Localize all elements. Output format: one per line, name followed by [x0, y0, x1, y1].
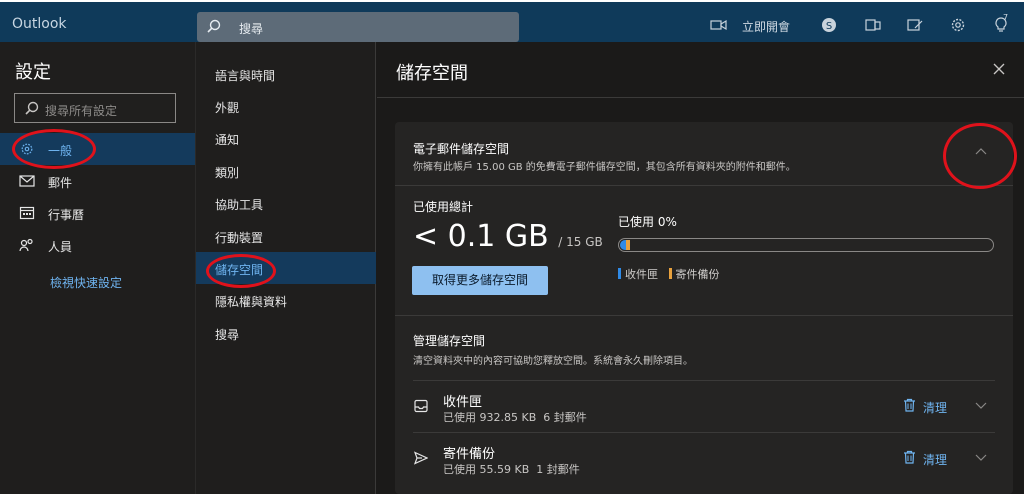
submenu-item-appearance[interactable]: 外觀: [196, 90, 376, 122]
total-used-amount: < 0.1 GB: [413, 219, 549, 254]
note-icon[interactable]: [906, 17, 924, 33]
annotation-circle: [206, 254, 276, 288]
notification-badge: 7: [1003, 13, 1009, 22]
email-storage-description: 你擁有此帳戶 15.00 GB 的免費電子郵件儲存空間，其包含所有資料夾的附件和…: [413, 162, 796, 173]
submenu-item-label: 語言與時間: [215, 69, 276, 83]
folder-used: 已使用 55.59 KB: [443, 463, 530, 476]
clean-button[interactable]: 清理: [923, 399, 947, 416]
mail-icon: [19, 175, 35, 187]
settings-search-input[interactable]: 搜尋所有設定: [14, 93, 176, 123]
close-icon[interactable]: [991, 61, 1007, 77]
folder-usage: 已使用 932.85 KB 6 封郵件: [443, 409, 587, 425]
folder-name: 寄件備份: [443, 447, 496, 462]
submenu-item-label: 類別: [215, 166, 240, 180]
manage-storage-heading: 管理儲存空間: [413, 334, 486, 348]
nav-item-label: 人員: [48, 240, 73, 254]
chevron-down-icon[interactable]: [975, 400, 987, 410]
usage-legend: 收件匣 寄件備份: [618, 266, 720, 282]
folder-count: 1 封郵件: [536, 463, 580, 476]
submenu-item-accessibility[interactable]: 協助工具: [196, 187, 376, 219]
annotation-circle: [12, 129, 96, 169]
settings-gear-icon[interactable]: [949, 17, 967, 33]
inbox-icon: [414, 399, 428, 413]
nav-item-label: 行事曆: [48, 208, 85, 222]
storage-usage-bar: [618, 238, 994, 252]
submenu-item-categories[interactable]: 類別: [196, 155, 376, 187]
teams-icon[interactable]: [864, 17, 882, 33]
submenu-item-privacy-data[interactable]: 隱私權與資料: [196, 284, 376, 316]
legend-swatch-sent: [668, 268, 672, 279]
submenu-item-search[interactable]: 搜尋: [196, 317, 376, 349]
settings-title: 設定: [15, 62, 51, 83]
submenu-item-mobile-devices[interactable]: 行動裝置: [196, 220, 376, 252]
submenu-item-notifications[interactable]: 通知: [196, 122, 376, 154]
nav-item-people[interactable]: 人員: [0, 229, 195, 261]
people-icon: [19, 238, 33, 252]
search-icon: [207, 19, 221, 33]
usage-bar-sent: [626, 240, 630, 250]
meet-now-button[interactable]: 立即開會: [742, 18, 790, 35]
divider: [395, 185, 1013, 186]
folder-used: 已使用 932.85 KB: [443, 411, 537, 424]
submenu-item-label: 行動裝置: [215, 231, 264, 245]
trash-icon[interactable]: [903, 450, 916, 464]
svg-text:S: S: [826, 21, 832, 32]
folder-name: 收件匣: [443, 395, 483, 410]
folder-count: 6 封郵件: [543, 411, 587, 424]
get-more-storage-button[interactable]: 取得更多儲存空間: [412, 266, 548, 295]
send-icon: [414, 451, 428, 465]
folder-usage: 已使用 55.59 KB 1 封郵件: [443, 461, 580, 477]
divider: [395, 315, 1013, 316]
submenu-item-label: 外觀: [215, 101, 240, 115]
header-divider: [377, 97, 1024, 98]
email-storage-card: 電子郵件儲存空間 你擁有此帳戶 15.00 GB 的免費電子郵件儲存空間，其包含…: [395, 122, 1013, 494]
video-icon[interactable]: [710, 17, 728, 33]
folder-row-inbox: 收件匣 已使用 932.85 KB 6 封郵件 清理: [413, 380, 995, 428]
settings-search-placeholder: 搜尋所有設定: [45, 104, 118, 118]
calendar-icon: [19, 206, 35, 220]
submenu-item-label: 隱私權與資料: [215, 295, 288, 309]
global-search-box[interactable]: 搜尋: [197, 12, 519, 42]
top-bar: Outlook 搜尋 立即開會 S 7: [0, 2, 1024, 42]
percent-used-label: 已使用 0%: [618, 215, 677, 229]
nav-item-mail[interactable]: 郵件: [0, 165, 195, 197]
nav-item-calendar[interactable]: 行事曆: [0, 197, 195, 229]
trash-icon[interactable]: [903, 398, 916, 412]
email-storage-heading: 電子郵件儲存空間: [413, 142, 510, 156]
settings-sidebar: 設定 搜尋所有設定 一般 郵件 行事曆 人員 檢視快速設定: [0, 42, 195, 494]
chevron-down-icon[interactable]: [975, 452, 987, 462]
view-quick-settings-link[interactable]: 檢視快速設定: [50, 274, 122, 291]
submenu-item-label: 搜尋: [215, 328, 240, 342]
submenu-item-label: 通知: [215, 133, 240, 147]
page-title: 儲存空間: [396, 63, 468, 84]
annotation-circle: [943, 123, 1017, 189]
legend-swatch-inbox: [618, 268, 621, 279]
clean-button[interactable]: 清理: [923, 451, 947, 468]
manage-storage-description: 清空資料夾中的內容可協助您釋放空間。系統會永久刪除項目。: [413, 356, 693, 367]
nav-item-label: 郵件: [48, 176, 73, 190]
app-name: Outlook: [12, 16, 67, 32]
submenu-item-language-time[interactable]: 語言與時間: [196, 58, 376, 90]
total-used-label: 已使用總計: [413, 200, 474, 214]
total-quota: / 15 GB: [558, 235, 603, 249]
skype-icon[interactable]: S: [820, 17, 838, 33]
total-used-value: < 0.1 GB / 15 GB: [413, 219, 603, 254]
search-icon: [25, 101, 39, 115]
folder-row-sent: 寄件備份 已使用 55.59 KB 1 封郵件 清理: [413, 432, 995, 480]
legend-label-inbox: 收件匣: [625, 268, 658, 281]
legend-label-sent: 寄件備份: [675, 268, 720, 281]
global-search-text: 搜尋: [239, 22, 264, 36]
submenu-item-label: 協助工具: [215, 198, 264, 212]
